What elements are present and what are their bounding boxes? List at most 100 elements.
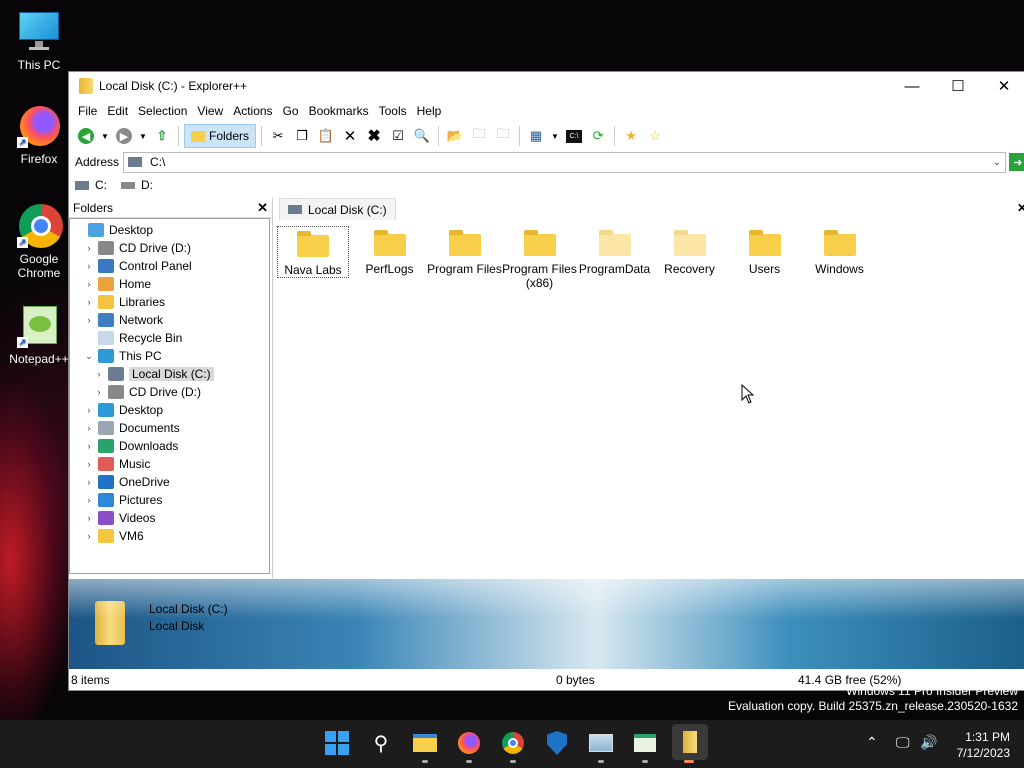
expand-chevron-icon[interactable]: › [84,531,94,541]
close-button[interactable]: ✕ [981,72,1024,100]
expand-chevron-icon[interactable]: › [84,243,94,253]
desktop-icon-notepad[interactable]: ↗ Notepad++ [4,304,74,366]
forward-dropdown-button[interactable]: ▼ [137,125,149,147]
tree-item[interactable]: › VM6 [70,527,269,545]
forward-button[interactable]: ▶ [113,125,135,147]
properties-button[interactable]: ☑ [387,125,409,147]
system-clock[interactable]: 1:31 PM 7/12/2023 [957,729,1010,761]
address-input[interactable] [150,155,993,169]
desktop-icon-chrome[interactable]: ↗ Google Chrome [4,204,74,280]
tree-item[interactable]: › Documents [70,419,269,437]
file-item[interactable]: Program Files [427,226,502,290]
menu-go[interactable]: Go [278,104,304,118]
tree-item[interactable]: › Libraries [70,293,269,311]
taskbar-security[interactable] [544,730,570,756]
back-button[interactable]: ◀ [75,125,97,147]
tree-item[interactable]: › Home [70,275,269,293]
volume-tray-button[interactable]: 🔊 [920,734,937,751]
expand-chevron-icon[interactable]: › [84,315,94,325]
file-item[interactable]: Users [727,226,802,290]
tree-item[interactable]: ⌄ This PC [70,347,269,365]
file-item[interactable]: Program Files (x86) [502,226,577,290]
command-prompt-button[interactable]: C:\ [563,125,585,147]
expand-chevron-icon[interactable]: › [94,387,104,397]
start-button[interactable] [324,730,350,756]
refresh-button[interactable]: ⟳ [587,125,609,147]
move-to-button[interactable]: 🗀 [492,125,514,147]
menu-bookmarks[interactable]: Bookmarks [304,104,374,118]
desktop-icon-firefox[interactable]: ↗ Firefox [4,104,74,166]
taskbar-monitor-app[interactable] [588,730,614,756]
tree-item[interactable]: › Desktop [70,401,269,419]
taskbar-explorer-plus-plus[interactable] [672,724,708,760]
minimize-button[interactable]: — [889,72,935,100]
expand-chevron-icon[interactable]: › [84,405,94,415]
menu-view[interactable]: View [192,104,228,118]
chevron-down-icon[interactable]: ⌄ [993,157,1001,168]
maximize-button[interactable]: ☐ [935,72,981,100]
tree-item[interactable]: › Network [70,311,269,329]
menu-actions[interactable]: Actions [228,104,277,118]
folders-pane-close-button[interactable]: ✕ [257,200,268,216]
folders-toggle-button[interactable]: Folders [184,124,257,148]
drive-d-button[interactable]: D: [121,178,153,192]
taskbar-notepad[interactable] [632,730,658,756]
views-button[interactable]: ▦ [525,125,547,147]
tree-item[interactable]: Desktop [70,221,269,239]
cut-button[interactable]: ✂ [267,125,289,147]
file-item[interactable]: Recovery [652,226,727,290]
file-item[interactable]: PerfLogs [352,226,427,290]
tree-item[interactable]: › Pictures [70,491,269,509]
tree-item[interactable]: › CD Drive (D:) [70,239,269,257]
menu-tools[interactable]: Tools [374,104,412,118]
paste-button[interactable]: 📋 [315,125,337,147]
expand-chevron-icon[interactable]: › [84,261,94,271]
bookmark-tab-button[interactable]: ★ [620,125,642,147]
collapse-chevron-icon[interactable]: ⌄ [84,351,94,362]
file-item[interactable]: Nava Labs [277,226,349,278]
taskbar-firefox[interactable] [456,730,482,756]
views-dropdown-button[interactable]: ▼ [549,125,561,147]
tree-item[interactable]: › Videos [70,509,269,527]
expand-chevron-icon[interactable]: › [84,423,94,433]
copy-button[interactable]: ❐ [291,125,313,147]
close-tab-button[interactable]: ✕ [1017,201,1024,215]
expand-chevron-icon[interactable]: › [84,513,94,523]
menu-selection[interactable]: Selection [133,104,192,118]
new-folder-button[interactable]: 📂 [444,125,466,147]
expand-chevron-icon[interactable]: › [84,477,94,487]
go-button[interactable]: ➜ [1009,153,1024,171]
expand-chevron-icon[interactable]: › [84,495,94,505]
menu-file[interactable]: File [73,104,102,118]
expand-chevron-icon[interactable]: › [84,459,94,469]
taskbar-file-explorer[interactable] [412,730,438,756]
tab-local-disk-c[interactable]: Local Disk (C:) [279,198,396,220]
menu-edit[interactable]: Edit [102,104,133,118]
tree-item[interactable]: Recycle Bin [70,329,269,347]
file-item[interactable]: Windows [802,226,877,290]
expand-chevron-icon[interactable]: › [84,441,94,451]
file-item[interactable]: ProgramData [577,226,652,290]
up-button[interactable]: ⇧ [151,125,173,147]
tree-item[interactable]: › Local Disk (C:) [70,365,269,383]
delete-permanently-button[interactable]: ✖ [363,125,385,147]
back-dropdown-button[interactable]: ▼ [99,125,111,147]
address-field[interactable]: ⌄ [123,151,1006,173]
organize-bookmarks-button[interactable]: ☆ [644,125,666,147]
tree-item[interactable]: › CD Drive (D:) [70,383,269,401]
show-hidden-icons-button[interactable]: ⌃ [866,734,878,751]
expand-chevron-icon[interactable]: › [84,279,94,289]
expand-chevron-icon[interactable]: › [84,297,94,307]
copy-to-button[interactable]: 🗀 [468,125,490,147]
search-button[interactable]: 🔍 [411,125,433,147]
drive-c-button[interactable]: C: [75,178,107,192]
expand-chevron-icon[interactable]: › [94,369,104,379]
menu-help[interactable]: Help [412,104,447,118]
taskbar-chrome[interactable] [500,730,526,756]
tree-item[interactable]: › Music [70,455,269,473]
tree-item[interactable]: › Control Panel [70,257,269,275]
desktop-icon-this-pc[interactable]: This PC [4,10,74,72]
taskbar-search-button[interactable]: ⚲ [368,730,394,756]
title-bar[interactable]: Local Disk (C:) - Explorer++ — ☐ ✕ [69,72,1024,100]
tree-item[interactable]: › Downloads [70,437,269,455]
